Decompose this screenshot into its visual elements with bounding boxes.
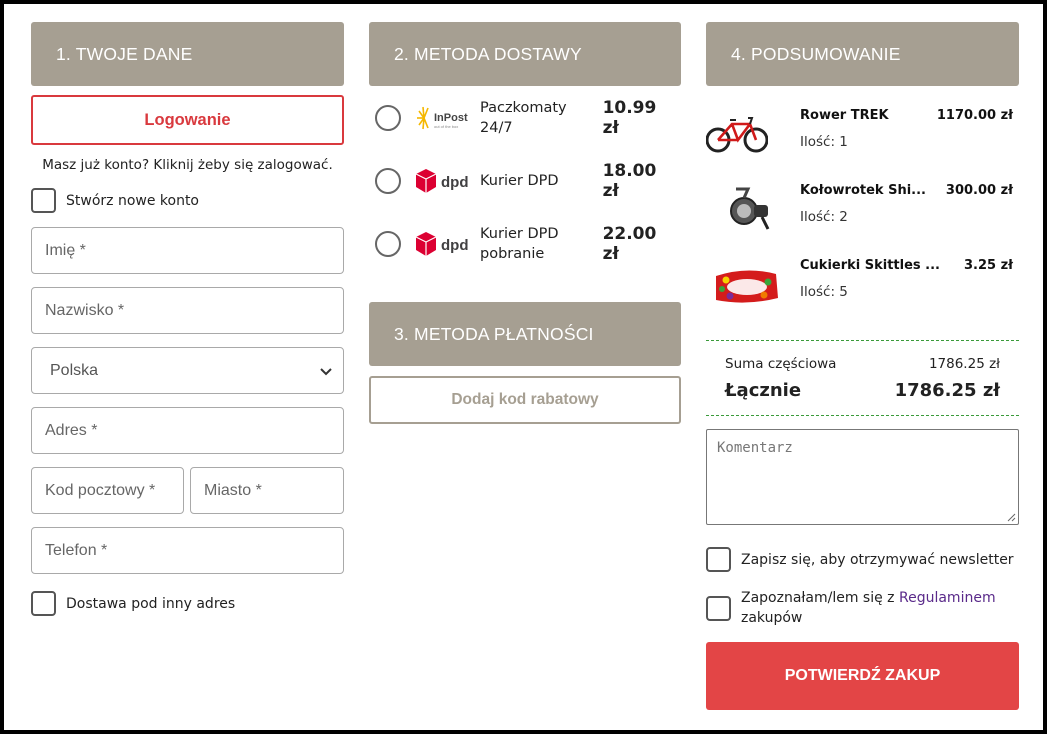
checkout-page: 1. TWOJE DANE Logowanie Masz już konto? … (4, 4, 1043, 730)
resize-handle-icon[interactable] (1006, 512, 1016, 522)
shipping-price: 10.99 zł (602, 97, 657, 138)
subtotal-value: 1786.25 zł (928, 356, 1000, 372)
product-name: Cukierki Skittles ... (800, 258, 940, 273)
payment-header: 3. METODA PŁATNOŚCI (369, 302, 681, 366)
confirm-purchase-button[interactable]: POTWIERDŹ ZAKUP (706, 642, 1019, 710)
newsletter-row: Zapisz się, aby otrzymywać newsletter (706, 547, 1019, 572)
product-name: Kołowrotek Shi... (800, 183, 926, 198)
total-row: Łącznie 1786.25 zł (706, 380, 1019, 401)
discount-code-button[interactable]: Dodaj kod rabatowy (369, 376, 681, 424)
shipping-option[interactable]: dpd Kurier DPD 18.00 zł (369, 149, 681, 212)
comment-textarea[interactable]: Komentarz (706, 429, 1019, 525)
product-quantity: Ilość: 2 (800, 209, 848, 225)
inpost-logo-icon: InPost out of the box (414, 101, 472, 135)
product-quantity: Ilość: 5 (800, 284, 848, 300)
shipping-header: 2. METODA DOSTAWY (369, 22, 681, 86)
product-quantity: Ilość: 1 (800, 134, 848, 150)
reel-image (706, 181, 792, 243)
shipping-radio[interactable] (375, 230, 401, 257)
svg-text:dpd: dpd (441, 237, 469, 254)
postal-city-row: Kod pocztowy * Miasto * (31, 467, 344, 514)
summary-section: 4. PODSUMOWANIE Rower TREK Ilość: 1 1170… (705, 22, 1019, 710)
subtotal-row: Suma częściowa 1786.25 zł (706, 356, 1019, 372)
product-price: 1170.00 zł (936, 108, 1013, 123)
postal-code-field[interactable]: Kod pocztowy * (31, 467, 184, 514)
summary-header: 4. PODSUMOWANIE (706, 22, 1019, 86)
newsletter-label: Zapisz się, aby otrzymywać newsletter (741, 551, 1014, 568)
divider (706, 415, 1019, 416)
create-account-label: Stwórz nowe konto (66, 192, 199, 209)
shipping-name: Paczkomaty 24/7 (480, 99, 567, 136)
first-name-field[interactable]: Imię * (31, 227, 344, 274)
shipping-section: 2. METODA DOSTAWY InPost out of the box … (369, 22, 681, 424)
login-hint: Masz już konto? Kliknij żeby się zalogow… (42, 157, 333, 173)
chevron-down-icon (320, 367, 332, 375)
product-name: Rower TREK (800, 108, 889, 123)
create-account-checkbox[interactable] (31, 188, 56, 213)
shipping-option[interactable]: InPost out of the box Paczkomaty 24/7 10… (369, 86, 681, 149)
address-field[interactable]: Adres * (31, 407, 344, 454)
personal-data-header: 1. TWOJE DANE (31, 22, 344, 86)
login-button[interactable]: Logowanie (31, 95, 344, 145)
subtotal-label: Suma częściowa (725, 356, 837, 372)
comment-placeholder: Komentarz (717, 440, 793, 456)
dpd-logo-icon: dpd (414, 227, 472, 261)
other-address-label: Dostawa pod inny adres (66, 595, 236, 612)
terms-link[interactable]: Regulaminem (899, 590, 996, 606)
terms-suffix: zakupów (741, 610, 803, 626)
shipping-radio[interactable] (375, 167, 401, 194)
shipping-name: Kurier DPD (480, 172, 559, 189)
shipping-radio[interactable] (375, 104, 401, 131)
create-account-row: Stwórz nowe konto (31, 188, 344, 213)
svg-text:out of the box: out of the box (434, 124, 458, 129)
country-select[interactable]: Polska (31, 347, 344, 394)
skittles-image (706, 256, 792, 318)
product-price: 3.25 zł (964, 258, 1013, 273)
terms-checkbox[interactable] (706, 595, 731, 621)
total-label: Łącznie (725, 380, 802, 401)
terms-prefix: Zapoznałam/lem się z (741, 590, 895, 606)
dpd-logo-icon: dpd (414, 164, 472, 198)
shipping-price: 22.00 zł (602, 223, 657, 264)
newsletter-checkbox[interactable] (706, 547, 731, 572)
city-field[interactable]: Miasto * (190, 467, 344, 514)
country-value: Polska (50, 361, 99, 379)
divider (706, 340, 1019, 341)
last-name-field[interactable]: Nazwisko * (31, 287, 344, 334)
bike-image (705, 106, 792, 168)
other-address-row: Dostawa pod inny adres (31, 591, 344, 616)
shipping-price: 18.00 zł (602, 160, 657, 201)
svg-text:dpd: dpd (441, 174, 469, 191)
other-address-checkbox[interactable] (31, 591, 56, 616)
terms-label: Zapoznałam/lem się z Regulaminem zakupów (741, 588, 996, 628)
list-item: Kołowrotek Shi... Ilość: 2 300.00 zł (706, 181, 1019, 256)
svg-text:InPost: InPost (434, 112, 468, 124)
product-list: Rower TREK Ilość: 1 1170.00 zł Kołowrote… (705, 106, 1019, 331)
total-value: 1786.25 zł (894, 380, 1000, 401)
terms-row: Zapoznałam/lem się z Regulaminem zakupów (706, 588, 1019, 628)
shipping-name: Kurier DPD pobranie (480, 225, 559, 262)
personal-data-section: 1. TWOJE DANE Logowanie Masz już konto? … (31, 22, 344, 616)
list-item: Rower TREK Ilość: 1 1170.00 zł (705, 106, 1019, 181)
list-item: Cukierki Skittles ... Ilość: 5 3.25 zł (706, 256, 1019, 331)
shipping-option[interactable]: dpd Kurier DPD pobranie 22.00 zł (369, 212, 681, 275)
product-price: 300.00 zł (945, 183, 1013, 198)
phone-field[interactable]: Telefon * (31, 527, 344, 574)
